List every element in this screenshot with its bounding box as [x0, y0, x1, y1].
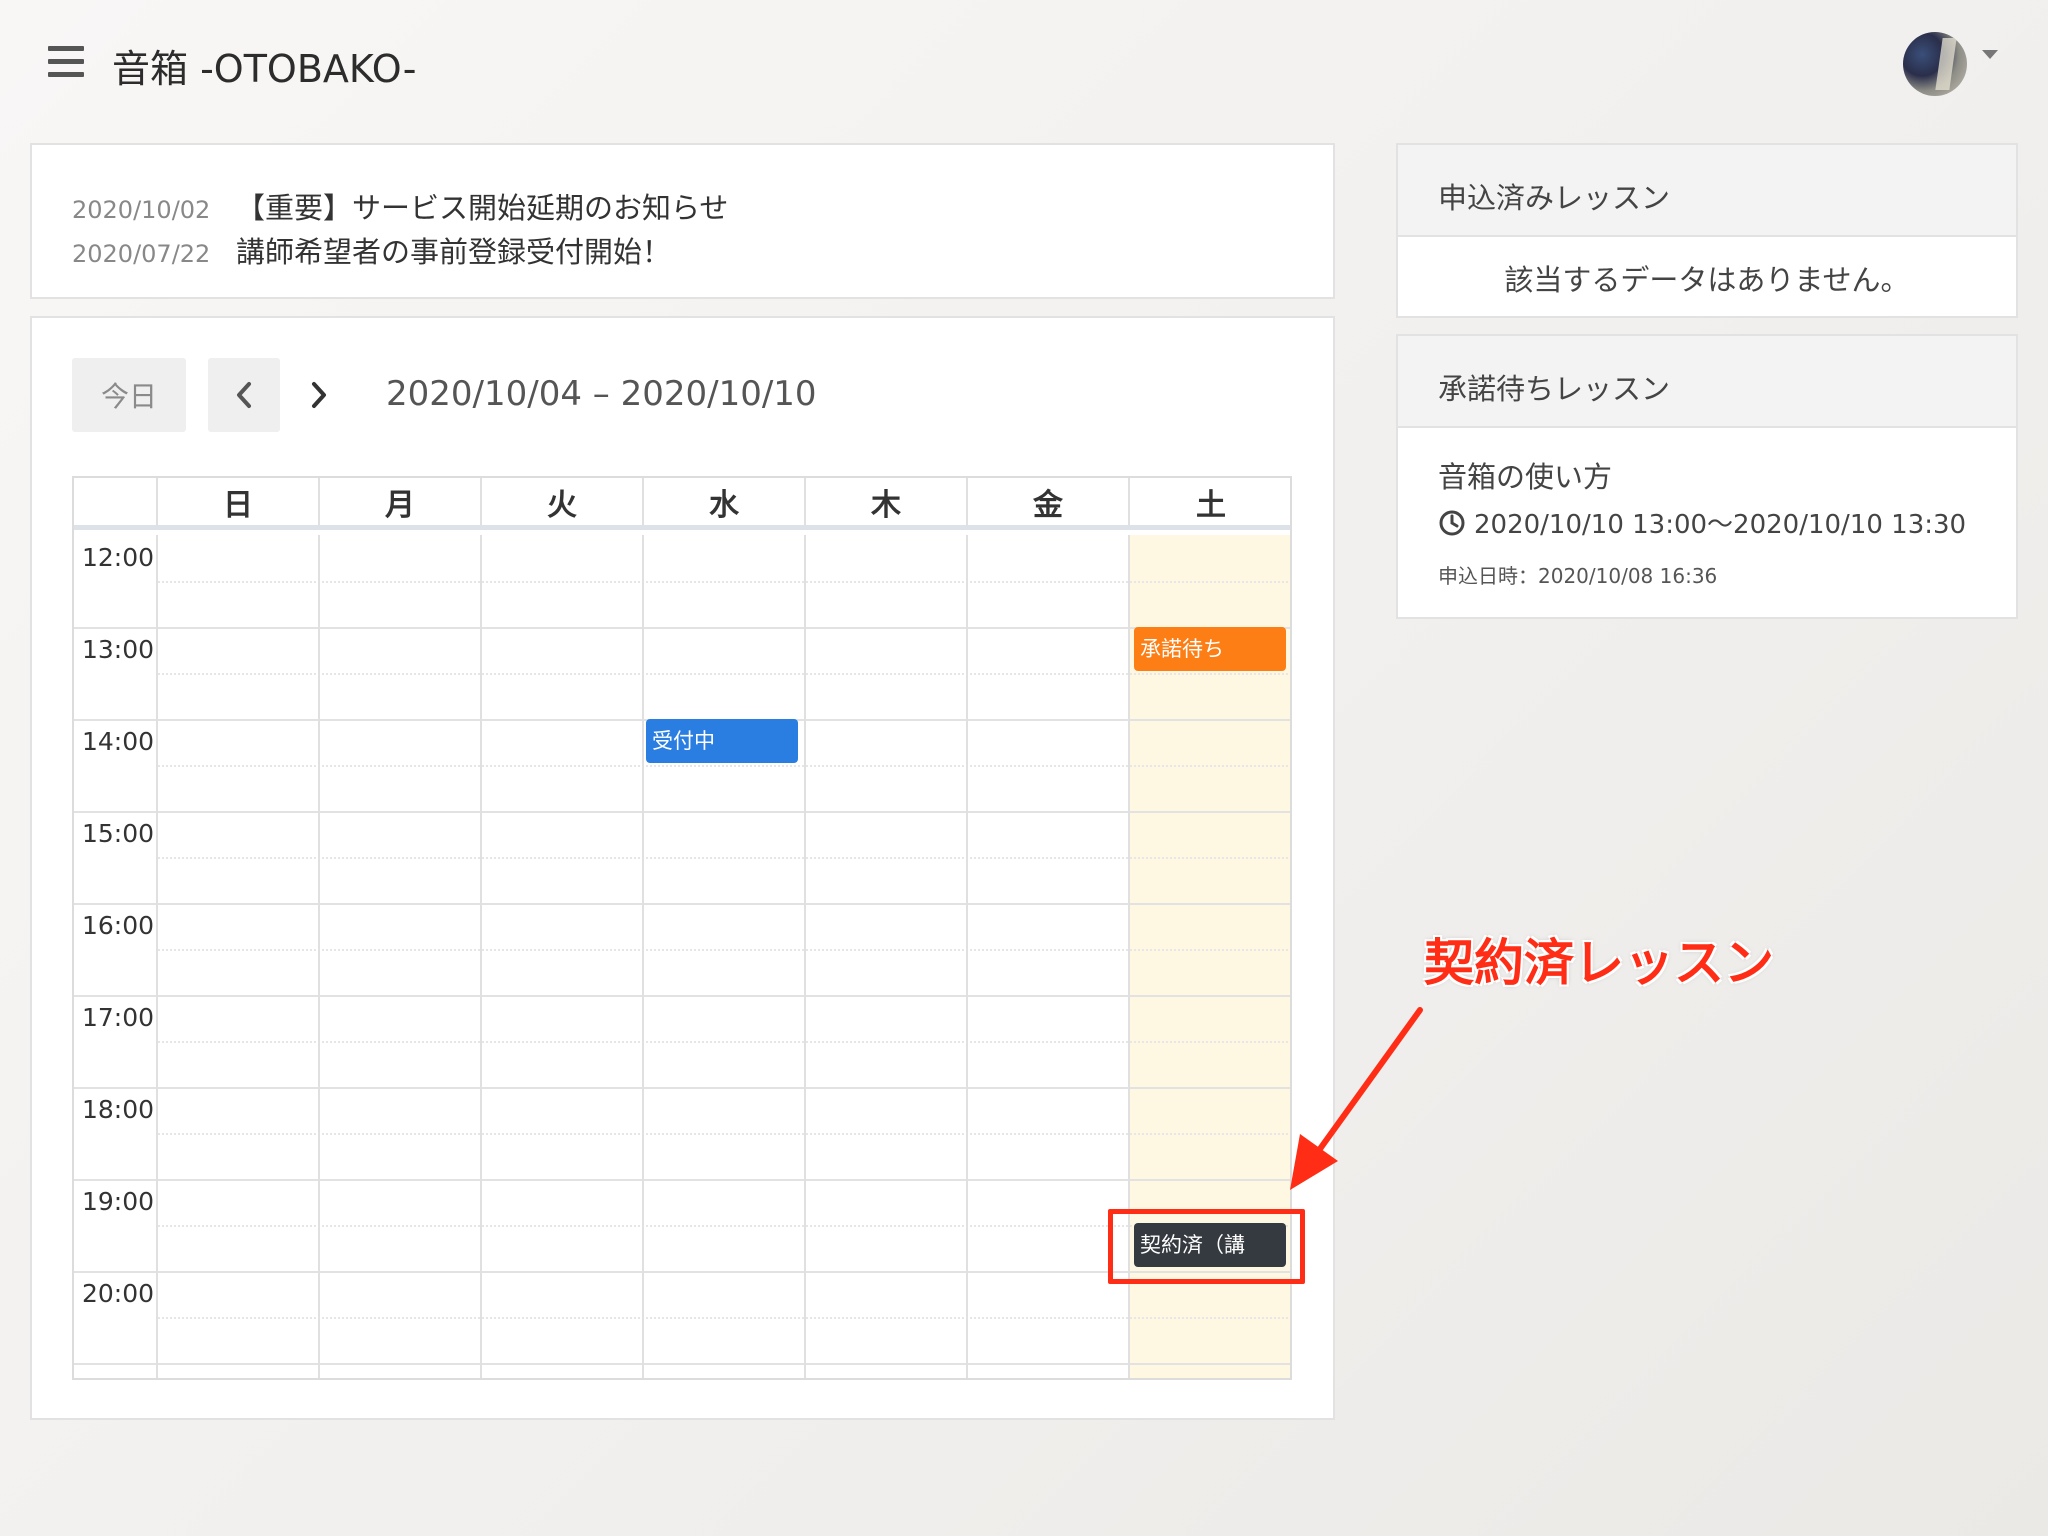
pending-lessons-panel: 承諾待ちレッスン 音箱の使い方 2020/10/10 13:00〜2020/10… [1396, 334, 2018, 619]
day-column-line [318, 535, 320, 1378]
day-column-line [804, 535, 806, 1378]
hour-line [74, 627, 1290, 629]
hamburger-menu-icon[interactable] [48, 46, 84, 78]
hour-label: 13:00 [82, 635, 155, 664]
annotation-label: 契約済レッスン [1424, 934, 1774, 992]
next-week-button[interactable] [294, 358, 344, 432]
empty-message: 該当するデータはありません。 [1504, 263, 1910, 297]
news-panel: 2020/10/02 【重要】サービス開始延期のお知らせ 2020/07/22 … [30, 143, 1335, 299]
hour-line [74, 1087, 1290, 1089]
day-header-fri: 金 [968, 478, 1130, 525]
news-item: 2020/07/22 講師希望者の事前登録受付開始！ [72, 229, 1333, 273]
today-button[interactable]: 今日 [72, 358, 186, 432]
day-header-tue: 火 [482, 478, 644, 525]
lesson-time-text: 2020/10/10 13:00〜2020/10/10 13:30 [1474, 510, 1967, 540]
hour-label: 17:00 [82, 1003, 155, 1032]
day-header-mon: 月 [320, 478, 482, 525]
half-hour-line [158, 1317, 1290, 1319]
app-title: 音箱 -OTOBAKO- [112, 47, 417, 91]
day-header-wed: 水 [644, 478, 806, 525]
hour-line [74, 811, 1290, 813]
lesson-applied-at: 申込日時：2020/10/08 16:36 [1438, 564, 1718, 588]
half-hour-line [158, 1133, 1290, 1135]
news-date: 2020/07/22 [72, 240, 211, 268]
prev-week-button[interactable] [208, 358, 280, 432]
date-range-title: 2020/10/04 – 2020/10/10 [386, 374, 817, 414]
day-column-line [966, 535, 968, 1378]
event-pending[interactable]: 承諾待ち [1134, 627, 1286, 671]
half-hour-line [158, 857, 1290, 859]
day-column-line [156, 535, 158, 1378]
news-title-link[interactable]: 【重要】サービス開始延期のお知らせ [236, 185, 728, 227]
calendar-header: 日 月 火 水 木 金 土 [74, 478, 1290, 530]
chevron-right-icon [312, 382, 326, 408]
half-hour-line [158, 673, 1290, 675]
hour-label: 16:00 [82, 911, 155, 940]
day-header-sun: 日 [158, 478, 320, 525]
user-avatar[interactable] [1903, 32, 1967, 96]
applied-lessons-panel: 申込済みレッスン 該当するデータはありません。 [1396, 143, 2018, 318]
annotation-arrow [1290, 1007, 1423, 1190]
day-column-line [480, 535, 482, 1378]
lesson-name-link[interactable]: 音箱の使い方 [1438, 454, 1612, 496]
clock-icon [1439, 510, 1465, 535]
half-hour-line [158, 949, 1290, 951]
half-hour-line [158, 581, 1290, 583]
applied-lessons-title: 申込済みレッスン [1398, 145, 2016, 237]
day-header-sat: 土 [1196, 487, 1226, 523]
news-title-link[interactable]: 講師希望者の事前登録受付開始！ [236, 229, 671, 271]
hour-line [74, 903, 1290, 905]
day-header-thu: 木 [806, 478, 968, 525]
news-item: 2020/10/02 【重要】サービス開始延期のお知らせ [72, 185, 1333, 229]
hour-label: 12:00 [82, 543, 155, 572]
hour-line [74, 995, 1290, 997]
hour-label: 20:00 [82, 1279, 155, 1308]
day-column-line [642, 535, 644, 1378]
hour-label: 18:00 [82, 1095, 155, 1124]
caret-down-icon[interactable] [1982, 50, 1998, 59]
chevron-left-icon [237, 382, 251, 408]
top-bar: 音箱 -OTOBAKO- [0, 0, 2048, 130]
hour-line [74, 1179, 1290, 1181]
news-date: 2020/10/02 [72, 196, 211, 224]
time-gutter-header [74, 478, 158, 525]
half-hour-line [158, 1041, 1290, 1043]
hour-label: 15:00 [82, 819, 155, 848]
lesson-time: 2020/10/10 13:00〜2020/10/10 13:30 [1438, 504, 1966, 541]
hour-label: 14:00 [82, 727, 155, 756]
event-accepting[interactable]: 受付中 [646, 719, 798, 763]
annotation-highlight-box [1108, 1209, 1305, 1284]
hour-line [74, 1363, 1290, 1365]
pending-lessons-title: 承諾待ちレッスン [1398, 336, 2016, 428]
hour-label: 19:00 [82, 1187, 155, 1216]
half-hour-line [158, 765, 1290, 767]
